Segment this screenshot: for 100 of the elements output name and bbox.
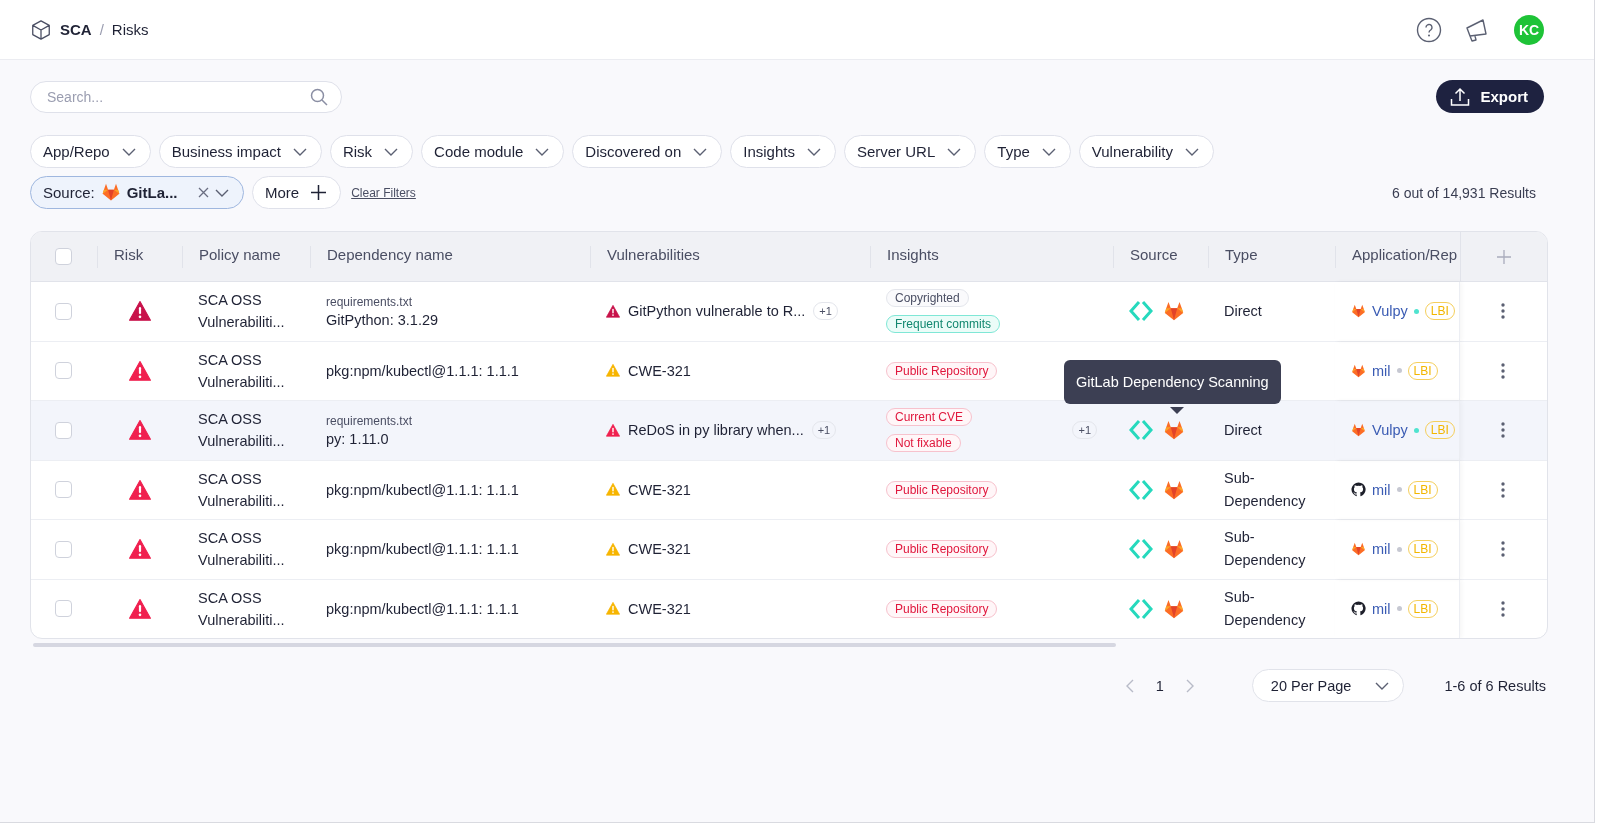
- insight-tag: Copyrighted: [886, 289, 969, 308]
- column-header[interactable]: Insights: [870, 245, 939, 268]
- diamond-icon: [1129, 299, 1153, 324]
- upload-icon: [1450, 86, 1471, 107]
- app-link[interactable]: mil: [1372, 362, 1391, 379]
- chevron-left-icon[interactable]: [1125, 678, 1134, 693]
- table-row[interactable]: SCA OSS Vulnerabiliti... pkg:npm/kubectl@1.1.1: 1.1.1 CWE-321 Public Repository Sub-Dependency mil LBI: [31, 520, 1547, 580]
- scrollbar[interactable]: [33, 643, 1116, 647]
- app-link[interactable]: mil: [1372, 481, 1391, 498]
- policy-name: SCA OSS Vulnerabiliti...: [197, 469, 286, 511]
- app-link[interactable]: Vulpy: [1372, 303, 1408, 320]
- insight-tag: Not fixable: [886, 434, 961, 453]
- more-icon[interactable]: [1501, 600, 1505, 617]
- chevron-down-icon: [121, 147, 136, 156]
- app-link[interactable]: Vulpy: [1372, 422, 1408, 439]
- more-icon[interactable]: [1501, 541, 1505, 558]
- policy-name: SCA OSS Vulnerabiliti...: [197, 529, 286, 571]
- fox-icon: [1351, 304, 1366, 319]
- fox-icon: [1351, 423, 1366, 438]
- insight-tag: Public Repository: [886, 480, 998, 499]
- page-number[interactable]: 1: [1155, 677, 1164, 694]
- filter-dropdown[interactable]: Business impact: [158, 135, 322, 168]
- fox-icon: [1163, 479, 1185, 500]
- more-icon[interactable]: [1501, 481, 1505, 498]
- chevron-down-icon: [1185, 147, 1199, 156]
- checkbox[interactable]: [55, 302, 72, 320]
- breadcrumb-separator: /: [99, 21, 104, 38]
- close-icon[interactable]: [198, 187, 209, 198]
- breadcrumb-item[interactable]: Risks: [111, 21, 149, 38]
- dependency-name: pkg:npm/kubectl@1.1.1: 1.1.1: [326, 541, 519, 558]
- filter-dropdown[interactable]: App/Repo: [30, 135, 151, 168]
- diamond-icon: [1129, 477, 1153, 502]
- source-filter[interactable]: Source: GitLa...: [30, 176, 244, 209]
- insight-tag: Public Repository: [886, 361, 998, 380]
- vulnerability-name: CWE-321: [628, 362, 691, 379]
- plus-icon: [311, 185, 327, 200]
- filter-dropdown[interactable]: Server URL: [843, 135, 977, 168]
- checkbox[interactable]: [55, 421, 72, 439]
- plus-icon[interactable]: [1496, 249, 1511, 264]
- fox-icon: [100, 183, 121, 202]
- breadcrumb-item[interactable]: SCA: [60, 21, 92, 38]
- per-page-dropdown[interactable]: 20 Per Page: [1251, 669, 1405, 702]
- more-icon[interactable]: [1501, 362, 1505, 379]
- filter-dropdown[interactable]: Type: [984, 135, 1071, 168]
- github-icon: [1351, 601, 1366, 617]
- insight-tag: Public Repository: [886, 599, 998, 618]
- filter-dropdown[interactable]: Insights: [730, 135, 836, 168]
- table-row[interactable]: SCA OSS Vulnerabiliti... requirements.txt py: 1.11.0 ReDoS in py library when... +1 Current CVE Not fixable +1 Direct Vulpy LBI: [31, 401, 1547, 461]
- checkbox[interactable]: [55, 362, 72, 380]
- column-header[interactable]: Dependency name: [310, 245, 453, 268]
- policy-name: SCA OSS Vulnerabiliti...: [197, 291, 286, 333]
- fox-icon: [1351, 542, 1366, 557]
- dependency-type: Direct: [1223, 420, 1263, 440]
- vulnerability-name: GitPython vulnerable to R...: [628, 303, 806, 320]
- column-header[interactable]: Policy name: [182, 245, 281, 268]
- export-button[interactable]: Export: [1436, 80, 1544, 113]
- table-row[interactable]: SCA OSS Vulnerabiliti... pkg:npm/kubectl@1.1.1: 1.1.1 CWE-321 Public Repository Sub-Dependency mil LBI: [31, 460, 1547, 520]
- help-icon[interactable]: [1416, 16, 1442, 43]
- dependency-name: pkg:npm/kubectl@1.1.1: 1.1.1: [326, 600, 519, 617]
- tooltip: GitLab Dependency Scanning: [1064, 360, 1281, 404]
- filter-dropdown[interactable]: Code module: [421, 135, 565, 168]
- search-icon: [310, 87, 328, 106]
- dependency-type: Sub-Dependency: [1223, 528, 1307, 571]
- diamond-icon: [1129, 537, 1153, 562]
- dependency-type: Sub-Dependency: [1223, 468, 1307, 511]
- search-field[interactable]: Search...: [30, 80, 342, 113]
- dependency-name: py: 1.11.0: [326, 430, 389, 447]
- checkbox[interactable]: [55, 540, 72, 558]
- column-header[interactable]: Type: [1208, 245, 1258, 268]
- vulnerability-name: CWE-321: [628, 481, 691, 498]
- more-icon[interactable]: [1501, 303, 1505, 320]
- filter-dropdown[interactable]: Discovered on: [572, 135, 723, 168]
- column-header[interactable]: Application/Rep: [1335, 245, 1458, 268]
- policy-name: SCA OSS Vulnerabiliti...: [197, 410, 286, 452]
- column-header[interactable]: Source: [1113, 245, 1178, 268]
- results-range: 1-6 of 6 Results: [1444, 677, 1546, 694]
- column-header[interactable]: Vulnerabilities: [590, 245, 700, 268]
- column-header[interactable]: Risk: [97, 245, 144, 268]
- cube-icon: [30, 18, 52, 41]
- filter-dropdown[interactable]: Risk: [329, 135, 414, 168]
- insight-tag: Frequent commits: [886, 315, 1001, 334]
- checkbox[interactable]: [55, 600, 72, 618]
- clear-filters-link[interactable]: Clear Filters: [351, 185, 416, 200]
- insight-tag: Current CVE: [886, 408, 973, 427]
- checkbox[interactable]: [55, 248, 72, 265]
- table-row[interactable]: SCA OSS Vulnerabiliti... requirements.txt GitPython: 3.1.29 GitPython vulnerable to R... +1 Copyrighted Frequent commits Direct Vulpy LBI: [31, 282, 1547, 342]
- file-name: requirements.txt: [326, 294, 413, 309]
- chevron-right-icon[interactable]: [1185, 678, 1194, 693]
- github-icon: [1351, 482, 1366, 498]
- more-icon[interactable]: [1501, 422, 1505, 439]
- dependency-name: GitPython: 3.1.29: [326, 311, 439, 328]
- table-row[interactable]: SCA OSS Vulnerabiliti... pkg:npm/kubectl@1.1.1: 1.1.1 CWE-321 Public Repository Sub-Dependency mil LBI: [31, 579, 1547, 638]
- filter-dropdown[interactable]: Vulnerability: [1078, 135, 1214, 168]
- app-link[interactable]: mil: [1372, 541, 1391, 558]
- chevron-down-icon: [693, 147, 708, 156]
- app-link[interactable]: mil: [1372, 600, 1391, 617]
- chevron-down-icon: [1375, 681, 1390, 690]
- more-button[interactable]: More: [252, 176, 342, 209]
- diamond-icon: [1129, 418, 1153, 443]
- checkbox[interactable]: [55, 481, 72, 499]
